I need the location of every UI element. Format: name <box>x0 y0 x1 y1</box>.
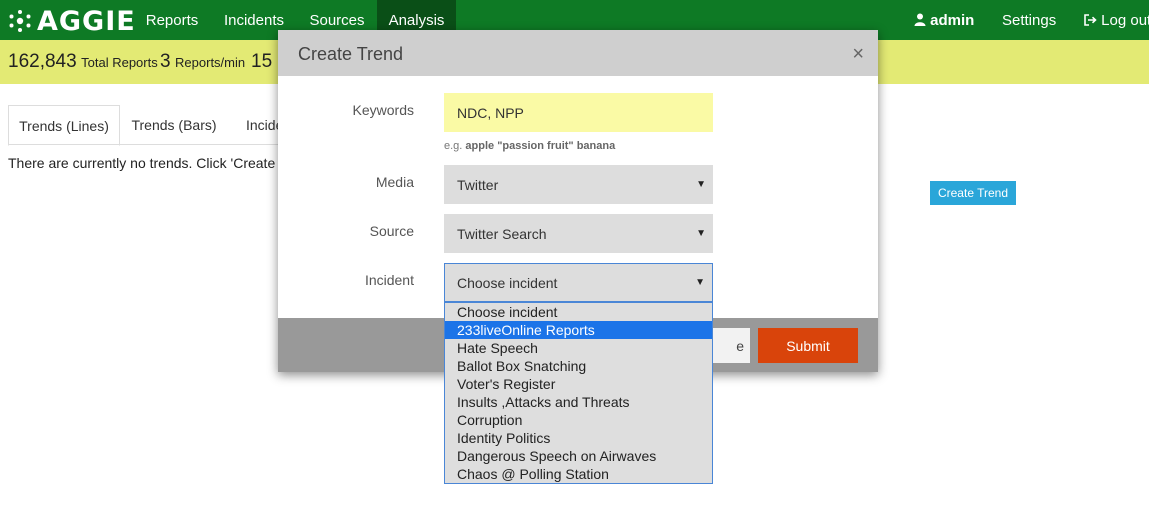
aggie-logo-icon <box>9 10 31 32</box>
keywords-label: Keywords <box>352 102 414 118</box>
logout-link[interactable]: Log out <box>1084 0 1149 40</box>
modal-header: Create Trend × <box>278 30 878 76</box>
total-reports-stat: 162,843 Total Reports <box>8 40 158 84</box>
caret-down-icon: ▼ <box>695 277 705 288</box>
user-menu[interactable]: admin <box>914 0 974 40</box>
close-icon[interactable]: × <box>852 30 864 78</box>
tabs-divider <box>8 144 278 145</box>
total-reports-label: Total Reports <box>81 55 158 70</box>
logout-icon <box>1084 14 1097 26</box>
user-icon <box>914 13 926 26</box>
incident-select-value: Choose incident <box>457 275 558 291</box>
source-select-value: Twitter Search <box>457 226 547 242</box>
incident-dropdown-list: Choose incident 233liveOnline Reports Ha… <box>444 302 713 484</box>
empty-trends-message: There are currently no trends. Click 'Cr… <box>8 155 308 171</box>
incident-option[interactable]: Identity Politics <box>445 429 712 447</box>
source-select[interactable]: Twitter Search ▼ <box>444 214 713 253</box>
incident-option[interactable]: Corruption <box>445 411 712 429</box>
caret-down-icon: ▼ <box>696 228 706 239</box>
logout-label: Log out <box>1101 12 1149 29</box>
reports-per-min-label: Reports/min <box>175 55 246 70</box>
media-label: Media <box>375 174 414 190</box>
media-select-value: Twitter <box>457 177 499 193</box>
incident-option[interactable]: Ballot Box Snatching <box>445 357 712 375</box>
keywords-input[interactable]: NDC, NPP <box>444 93 713 132</box>
incident-option[interactable]: Choose incident <box>445 303 712 321</box>
submit-button[interactable]: Submit <box>758 328 858 363</box>
nav-settings[interactable]: Settings <box>1002 0 1056 40</box>
keywords-help-example: apple "passion fruit" banana <box>465 140 616 152</box>
incident-option[interactable]: Voter's Register <box>445 375 712 393</box>
incident-option[interactable]: Hate Speech <box>445 339 712 357</box>
nav-reports[interactable]: Reports <box>134 0 210 40</box>
brand-name: AGGIE <box>37 5 136 37</box>
reports-per-min-stat: 3 Reports/min <box>160 40 245 84</box>
brand-logo[interactable]: AGGIE <box>7 5 136 37</box>
partial-stat-value: 15 <box>251 51 273 72</box>
partial-stat: 15 <box>251 40 272 84</box>
incident-option[interactable]: Dangerous Speech on Airwaves <box>445 447 712 465</box>
incident-option[interactable]: Chaos @ Polling Station <box>445 465 712 483</box>
total-reports-value: 162,843 <box>8 51 77 72</box>
incident-option[interactable]: 233liveOnline Reports <box>445 321 712 339</box>
modal-title: Create Trend <box>298 44 404 64</box>
incident-option[interactable]: Insults ,Attacks and Threats <box>445 393 712 411</box>
tab-trends-bars[interactable]: Trends (Bars) <box>128 105 220 144</box>
create-trend-button[interactable]: Create Trend <box>930 181 1016 205</box>
media-select[interactable]: Twitter ▼ <box>444 165 713 204</box>
caret-down-icon: ▼ <box>696 179 706 190</box>
keywords-help: e.g. apple "passion fruit" banana <box>444 140 615 152</box>
incident-select[interactable]: Choose incident ▼ <box>444 263 713 302</box>
source-label: Source <box>369 223 414 239</box>
reports-per-min-value: 3 <box>160 51 171 72</box>
incident-label: Incident <box>364 272 414 288</box>
user-name: admin <box>930 12 975 29</box>
tab-trends-lines[interactable]: Trends (Lines) <box>8 105 120 146</box>
keywords-help-prefix: e.g. <box>444 140 463 152</box>
